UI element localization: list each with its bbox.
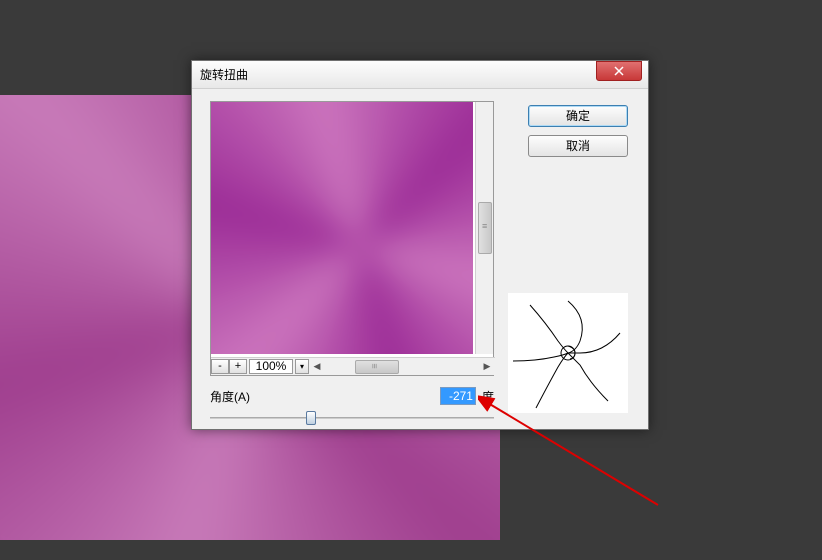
close-icon — [614, 66, 624, 76]
effect-thumbnail — [508, 293, 628, 413]
slider-thumb[interactable] — [306, 411, 316, 425]
dialog-body: - + 100% ▾ ◀ ▶ 角度(A) -271 度 确定 取消 — [192, 89, 648, 429]
angle-input[interactable]: -271 — [440, 387, 476, 405]
scrollbar-vertical[interactable] — [475, 102, 493, 354]
zoom-in-button[interactable]: + — [229, 359, 247, 374]
angle-unit: 度 — [482, 388, 494, 405]
zoom-scroll-bar: - + 100% ▾ ◀ ▶ — [211, 357, 495, 375]
swirl-icon — [508, 293, 628, 413]
close-button[interactable] — [596, 61, 642, 81]
ok-button[interactable]: 确定 — [528, 105, 628, 127]
scroll-left-button[interactable]: ◀ — [309, 359, 325, 375]
scrollbar-v-thumb[interactable] — [478, 202, 492, 254]
scrollbar-horizontal[interactable] — [325, 359, 479, 375]
preview-image[interactable] — [211, 102, 473, 354]
zoom-value: 100% — [249, 359, 293, 374]
zoom-out-button[interactable]: - — [211, 359, 229, 374]
angle-row: 角度(A) -271 度 — [210, 387, 494, 405]
twirl-dialog: 旋转扭曲 - + 100% ▾ ◀ ▶ — [191, 60, 649, 430]
scrollbar-h-thumb[interactable] — [355, 360, 399, 374]
angle-label: 角度(A) — [210, 388, 250, 405]
slider-track — [210, 417, 494, 419]
preview-swirl — [211, 102, 473, 354]
dialog-title: 旋转扭曲 — [200, 66, 248, 83]
titlebar[interactable]: 旋转扭曲 — [192, 61, 648, 89]
cancel-button[interactable]: 取消 — [528, 135, 628, 157]
preview-area: - + 100% ▾ ◀ ▶ — [210, 101, 494, 376]
zoom-dropdown[interactable]: ▾ — [295, 359, 309, 374]
scroll-right-button[interactable]: ▶ — [479, 359, 495, 375]
angle-slider[interactable] — [210, 409, 494, 427]
